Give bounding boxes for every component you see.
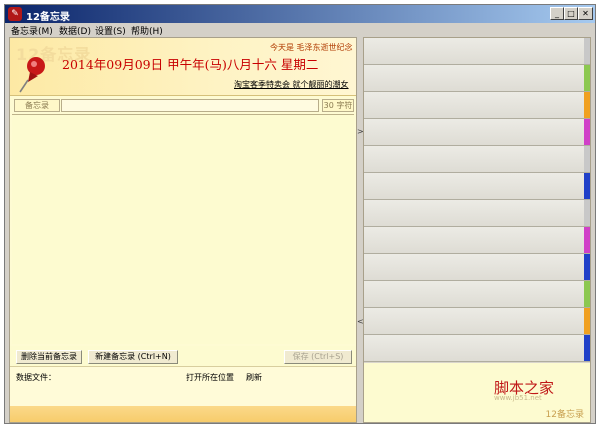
refresh-link[interactable]: 刷新: [246, 372, 262, 383]
menu-bar: 备忘录(M) 数据(D) 设置(S) 帮助(H): [5, 23, 595, 37]
note-color-tag: [584, 200, 590, 226]
note-list-item[interactable]: [364, 335, 590, 362]
new-memo-button[interactable]: 新建备忘录 (Ctrl+N): [88, 350, 178, 364]
note-list-item[interactable]: [364, 65, 590, 92]
menu-settings[interactable]: 设置(S): [95, 24, 126, 37]
memo-panel: 12备忘录 今天是 毛泽东逝世纪念 2014年09月09日 甲午年(马)八月十六…: [9, 37, 357, 423]
note-color-tag: [584, 119, 590, 145]
date-header: 12备忘录 今天是 毛泽东逝世纪念 2014年09月09日 甲午年(马)八月十六…: [10, 38, 356, 96]
memo-text-area[interactable]: [12, 114, 354, 344]
datafile-label: 数据文件：: [16, 373, 56, 382]
notes-list-panel: 脚本之家 www.jb51.net 12备忘录: [363, 37, 591, 423]
note-list-item[interactable]: [364, 38, 590, 65]
save-button[interactable]: 保存 (Ctrl+S): [284, 350, 352, 364]
note-color-tag: [584, 281, 590, 307]
menu-data[interactable]: 数据(D): [59, 24, 91, 37]
note-color-tag: [584, 146, 590, 172]
note-list-item[interactable]: [364, 146, 590, 173]
window-title: 12备忘录: [26, 12, 70, 23]
date-display: 2014年09月09日 甲午年(马)八月十六 星期二: [62, 57, 319, 72]
title-bar[interactable]: ✎ 12备忘录 _ □ ✕: [5, 5, 595, 23]
note-color-tag: [584, 173, 590, 199]
note-list-item[interactable]: [364, 254, 590, 281]
note-list-item[interactable]: [364, 173, 590, 200]
note-list-item[interactable]: [364, 281, 590, 308]
open-location-link[interactable]: 打开所在位置: [186, 372, 234, 383]
note-color-tag: [584, 65, 590, 91]
char-count: 30 字符: [322, 99, 354, 112]
note-color-tag: [584, 38, 590, 64]
minimize-button[interactable]: _: [550, 7, 564, 20]
note-color-tag: [584, 254, 590, 280]
subject-label: 备忘录: [14, 99, 60, 112]
delete-memo-button[interactable]: 删除当前备忘录: [16, 350, 82, 364]
promo-link[interactable]: 淘宝客季特卖会 就个靓丽的潮女: [234, 79, 349, 90]
note-color-tag: [584, 308, 590, 334]
app-window: ✎ 12备忘录 _ □ ✕ 备忘录(M) 数据(D) 设置(S) 帮助(H) 1…: [4, 4, 596, 424]
maximize-button[interactable]: □: [564, 7, 578, 20]
note-list-item[interactable]: [364, 119, 590, 146]
right-footer: 脚本之家 www.jb51.net 12备忘录: [364, 363, 590, 422]
note-color-tag: [584, 92, 590, 118]
menu-memo[interactable]: 备忘录(M): [11, 24, 53, 37]
note-list-item[interactable]: [364, 308, 590, 335]
app-footer-label: 12备忘录: [545, 410, 584, 420]
pushpin-icon: [19, 57, 45, 93]
app-icon: ✎: [8, 7, 22, 21]
site-url: www.jb51.net: [494, 394, 542, 402]
close-button[interactable]: ✕: [578, 7, 593, 20]
note-list-item[interactable]: [364, 227, 590, 254]
subject-input[interactable]: [61, 99, 319, 112]
note-list-item[interactable]: [364, 200, 590, 227]
note-color-tag: [584, 227, 590, 253]
datafile-row: 数据文件： 打开所在位置 刷新: [10, 366, 356, 406]
note-color-tag: [584, 335, 590, 361]
menu-help[interactable]: 帮助(H): [131, 24, 163, 37]
today-note: 今天是 毛泽东逝世纪念: [270, 43, 353, 52]
note-list-item[interactable]: [364, 92, 590, 119]
left-footer-bar: [10, 406, 356, 422]
